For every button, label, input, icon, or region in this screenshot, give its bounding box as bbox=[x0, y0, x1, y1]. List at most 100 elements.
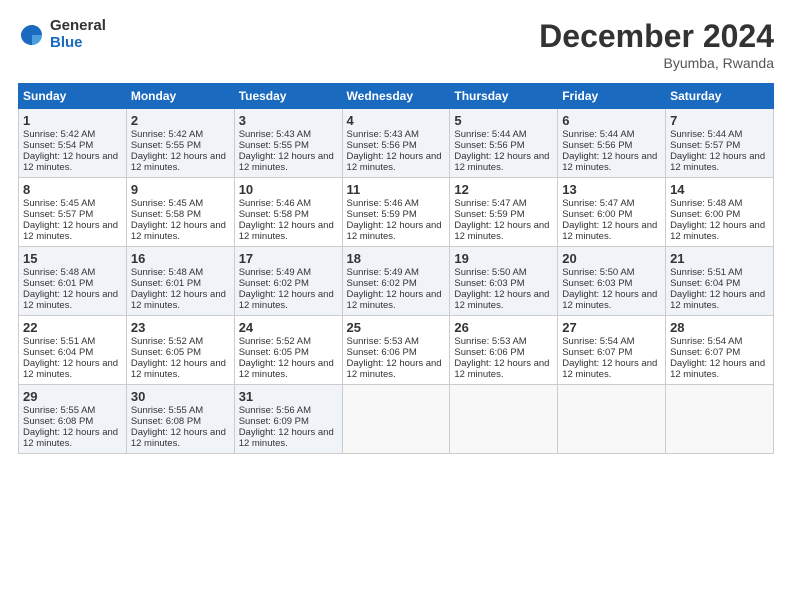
sunset-text: Sunset: 6:06 PM bbox=[347, 347, 417, 358]
sunset-text: Sunset: 6:05 PM bbox=[239, 347, 309, 358]
sunrise-text: Sunrise: 5:52 AM bbox=[131, 336, 203, 347]
day-number: 17 bbox=[239, 251, 338, 266]
sunrise-text: Sunrise: 5:46 AM bbox=[347, 198, 419, 209]
daylight-text: Daylight: 12 hours and 12 minutes. bbox=[239, 151, 334, 173]
calendar-cell: 3Sunrise: 5:43 AMSunset: 5:55 PMDaylight… bbox=[234, 109, 342, 178]
daylight-text: Daylight: 12 hours and 12 minutes. bbox=[670, 220, 765, 242]
day-number: 6 bbox=[562, 113, 661, 128]
day-number: 15 bbox=[23, 251, 122, 266]
sunrise-text: Sunrise: 5:48 AM bbox=[131, 267, 203, 278]
calendar-cell: 1Sunrise: 5:42 AMSunset: 5:54 PMDaylight… bbox=[19, 109, 127, 178]
daylight-text: Daylight: 12 hours and 12 minutes. bbox=[562, 220, 657, 242]
sunrise-text: Sunrise: 5:44 AM bbox=[670, 129, 742, 140]
day-number: 31 bbox=[239, 389, 338, 404]
sunset-text: Sunset: 6:00 PM bbox=[562, 209, 632, 220]
sunrise-text: Sunrise: 5:52 AM bbox=[239, 336, 311, 347]
daylight-text: Daylight: 12 hours and 12 minutes. bbox=[454, 358, 549, 380]
daylight-text: Daylight: 12 hours and 12 minutes. bbox=[562, 358, 657, 380]
sunrise-text: Sunrise: 5:44 AM bbox=[454, 129, 526, 140]
sunrise-text: Sunrise: 5:51 AM bbox=[23, 336, 95, 347]
calendar-cell: 27Sunrise: 5:54 AMSunset: 6:07 PMDayligh… bbox=[558, 316, 666, 385]
header-wednesday: Wednesday bbox=[342, 84, 450, 109]
daylight-text: Daylight: 12 hours and 12 minutes. bbox=[239, 427, 334, 449]
calendar-cell: 16Sunrise: 5:48 AMSunset: 6:01 PMDayligh… bbox=[126, 247, 234, 316]
sunset-text: Sunset: 6:08 PM bbox=[23, 416, 93, 427]
daylight-text: Daylight: 12 hours and 12 minutes. bbox=[454, 220, 549, 242]
daylight-text: Daylight: 12 hours and 12 minutes. bbox=[23, 289, 118, 311]
day-number: 10 bbox=[239, 182, 338, 197]
sunrise-text: Sunrise: 5:44 AM bbox=[562, 129, 634, 140]
calendar-cell: 10Sunrise: 5:46 AMSunset: 5:58 PMDayligh… bbox=[234, 178, 342, 247]
sunset-text: Sunset: 6:03 PM bbox=[454, 278, 524, 289]
calendar-cell bbox=[558, 385, 666, 454]
day-number: 30 bbox=[131, 389, 230, 404]
logo-general: General bbox=[50, 18, 106, 35]
calendar-cell: 2Sunrise: 5:42 AMSunset: 5:55 PMDaylight… bbox=[126, 109, 234, 178]
calendar-cell: 9Sunrise: 5:45 AMSunset: 5:58 PMDaylight… bbox=[126, 178, 234, 247]
sunrise-text: Sunrise: 5:49 AM bbox=[347, 267, 419, 278]
header-saturday: Saturday bbox=[666, 84, 774, 109]
calendar-cell: 20Sunrise: 5:50 AMSunset: 6:03 PMDayligh… bbox=[558, 247, 666, 316]
logo-icon bbox=[18, 21, 46, 49]
day-number: 25 bbox=[347, 320, 446, 335]
daylight-text: Daylight: 12 hours and 12 minutes. bbox=[131, 151, 226, 173]
sunrise-text: Sunrise: 5:50 AM bbox=[454, 267, 526, 278]
header-thursday: Thursday bbox=[450, 84, 558, 109]
daylight-text: Daylight: 12 hours and 12 minutes. bbox=[670, 358, 765, 380]
sunset-text: Sunset: 6:04 PM bbox=[23, 347, 93, 358]
calendar-cell bbox=[342, 385, 450, 454]
daylight-text: Daylight: 12 hours and 12 minutes. bbox=[23, 151, 118, 173]
sunrise-text: Sunrise: 5:43 AM bbox=[347, 129, 419, 140]
sunset-text: Sunset: 6:01 PM bbox=[23, 278, 93, 289]
day-number: 21 bbox=[670, 251, 769, 266]
sunset-text: Sunset: 5:59 PM bbox=[454, 209, 524, 220]
sunrise-text: Sunrise: 5:53 AM bbox=[347, 336, 419, 347]
sunset-text: Sunset: 6:05 PM bbox=[131, 347, 201, 358]
sunset-text: Sunset: 6:09 PM bbox=[239, 416, 309, 427]
daylight-text: Daylight: 12 hours and 12 minutes. bbox=[454, 151, 549, 173]
calendar-cell: 26Sunrise: 5:53 AMSunset: 6:06 PMDayligh… bbox=[450, 316, 558, 385]
sunrise-text: Sunrise: 5:43 AM bbox=[239, 129, 311, 140]
sunset-text: Sunset: 5:57 PM bbox=[670, 140, 740, 151]
day-number: 11 bbox=[347, 182, 446, 197]
day-number: 8 bbox=[23, 182, 122, 197]
sunset-text: Sunset: 5:55 PM bbox=[131, 140, 201, 151]
logo-text: General Blue bbox=[50, 18, 106, 51]
daylight-text: Daylight: 12 hours and 12 minutes. bbox=[131, 427, 226, 449]
sunrise-text: Sunrise: 5:42 AM bbox=[23, 129, 95, 140]
sunset-text: Sunset: 6:06 PM bbox=[454, 347, 524, 358]
calendar-cell: 12Sunrise: 5:47 AMSunset: 5:59 PMDayligh… bbox=[450, 178, 558, 247]
calendar-cell: 30Sunrise: 5:55 AMSunset: 6:08 PMDayligh… bbox=[126, 385, 234, 454]
month-title: December 2024 bbox=[539, 18, 774, 55]
sunset-text: Sunset: 5:58 PM bbox=[239, 209, 309, 220]
sunrise-text: Sunrise: 5:56 AM bbox=[239, 405, 311, 416]
daylight-text: Daylight: 12 hours and 12 minutes. bbox=[562, 151, 657, 173]
sunrise-text: Sunrise: 5:50 AM bbox=[562, 267, 634, 278]
day-number: 27 bbox=[562, 320, 661, 335]
calendar-cell: 15Sunrise: 5:48 AMSunset: 6:01 PMDayligh… bbox=[19, 247, 127, 316]
sunset-text: Sunset: 6:01 PM bbox=[131, 278, 201, 289]
calendar-cell: 8Sunrise: 5:45 AMSunset: 5:57 PMDaylight… bbox=[19, 178, 127, 247]
daylight-text: Daylight: 12 hours and 12 minutes. bbox=[23, 358, 118, 380]
calendar-cell: 22Sunrise: 5:51 AMSunset: 6:04 PMDayligh… bbox=[19, 316, 127, 385]
calendar-cell: 11Sunrise: 5:46 AMSunset: 5:59 PMDayligh… bbox=[342, 178, 450, 247]
sunrise-text: Sunrise: 5:55 AM bbox=[131, 405, 203, 416]
sunrise-text: Sunrise: 5:45 AM bbox=[131, 198, 203, 209]
calendar-cell bbox=[450, 385, 558, 454]
page-header: General Blue December 2024 Byumba, Rwand… bbox=[18, 18, 774, 71]
daylight-text: Daylight: 12 hours and 12 minutes. bbox=[239, 289, 334, 311]
calendar-table: SundayMondayTuesdayWednesdayThursdayFrid… bbox=[18, 83, 774, 454]
sunrise-text: Sunrise: 5:45 AM bbox=[23, 198, 95, 209]
calendar-cell: 13Sunrise: 5:47 AMSunset: 6:00 PMDayligh… bbox=[558, 178, 666, 247]
day-number: 2 bbox=[131, 113, 230, 128]
sunset-text: Sunset: 6:00 PM bbox=[670, 209, 740, 220]
header-friday: Friday bbox=[558, 84, 666, 109]
sunrise-text: Sunrise: 5:54 AM bbox=[562, 336, 634, 347]
sunrise-text: Sunrise: 5:48 AM bbox=[670, 198, 742, 209]
sunset-text: Sunset: 5:55 PM bbox=[239, 140, 309, 151]
day-number: 23 bbox=[131, 320, 230, 335]
sunrise-text: Sunrise: 5:47 AM bbox=[454, 198, 526, 209]
daylight-text: Daylight: 12 hours and 12 minutes. bbox=[347, 289, 442, 311]
calendar-cell: 28Sunrise: 5:54 AMSunset: 6:07 PMDayligh… bbox=[666, 316, 774, 385]
header-tuesday: Tuesday bbox=[234, 84, 342, 109]
